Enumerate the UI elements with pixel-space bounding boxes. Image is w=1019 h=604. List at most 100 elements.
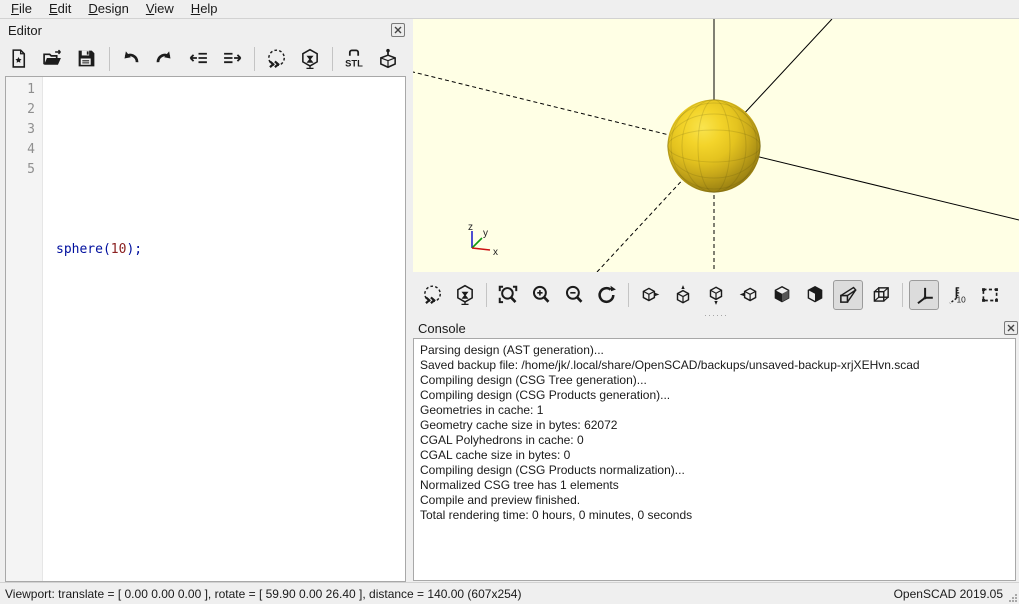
- indent-button[interactable]: [217, 44, 247, 74]
- console-dock-header: Console: [413, 318, 1019, 338]
- viewport-render: z y x: [413, 19, 1019, 272]
- menu-file[interactable]: File: [4, 0, 39, 18]
- view-bottom-icon: [705, 284, 727, 306]
- new-file-icon: [8, 48, 29, 69]
- orthogonal-icon: [870, 284, 892, 306]
- code-line: [56, 120, 405, 140]
- export-stl-icon: STL: [343, 48, 365, 70]
- view-back-icon: [804, 284, 826, 306]
- preview-icon: [265, 48, 287, 70]
- menu-help[interactable]: Help: [184, 0, 225, 18]
- perspective-button[interactable]: [833, 280, 863, 310]
- svg-text:z: z: [468, 222, 473, 233]
- svg-text:y: y: [483, 228, 488, 239]
- unindent-button[interactable]: [184, 44, 214, 74]
- view-top-icon: [672, 284, 694, 306]
- svg-text:10: 10: [957, 296, 967, 305]
- console-line: Geometries in cache: 1: [420, 403, 1009, 418]
- view-right-button[interactable]: [635, 280, 665, 310]
- statusbar: Viewport: translate = [ 0.00 0.00 0.00 ]…: [0, 582, 1019, 604]
- 3d-viewport[interactable]: z y x: [413, 19, 1019, 272]
- print-3d-button[interactable]: [373, 44, 403, 74]
- preview-button-2[interactable]: [417, 280, 447, 310]
- undo-icon: [120, 48, 141, 69]
- viewport-status-text: Viewport: translate = [ 0.00 0.00 0.00 ]…: [0, 587, 894, 601]
- show-edges-button[interactable]: [975, 280, 1005, 310]
- render-icon: [299, 48, 321, 70]
- sphere-model: [668, 100, 761, 193]
- editor-toolbar: STL: [0, 41, 407, 76]
- view-back-button[interactable]: [800, 280, 830, 310]
- console-line: Compile and preview finished.: [420, 493, 1009, 508]
- print-3d-icon: [377, 48, 399, 70]
- code-semicolon: ;: [134, 242, 142, 257]
- reset-view-button[interactable]: [592, 280, 622, 310]
- editor-panel-title: Editor: [0, 23, 42, 38]
- code-line: [56, 300, 405, 320]
- render-icon: [454, 284, 476, 306]
- code-line-sphere: sphere(10);: [56, 240, 405, 260]
- svg-text:x: x: [493, 247, 498, 258]
- positive-axes: [714, 19, 1019, 220]
- render-button[interactable]: [295, 44, 325, 74]
- preview-button[interactable]: [261, 44, 291, 74]
- line-number-gutter: 1 2 3 4 5: [6, 77, 43, 581]
- openscad-window: File Edit Design View Help Editor: [0, 0, 1019, 604]
- console-line: CGAL Polyhedrons in cache: 0: [420, 433, 1009, 448]
- console-close-button[interactable]: [1004, 321, 1018, 335]
- app-version-text: OpenSCAD 2019.05: [894, 587, 1019, 601]
- show-axes-icon: [913, 284, 935, 306]
- show-axes-button[interactable]: [909, 280, 939, 310]
- orthogonal-button[interactable]: [866, 280, 896, 310]
- console-line: Total rendering time: 0 hours, 0 minutes…: [420, 508, 1009, 523]
- view-right-icon: [639, 284, 661, 306]
- render-button-2[interactable]: [450, 280, 480, 310]
- open-file-button[interactable]: [38, 44, 68, 74]
- zoom-in-button[interactable]: [526, 280, 556, 310]
- negative-axes: [413, 72, 714, 272]
- show-scale-markers-icon: 10: [946, 284, 968, 306]
- console-line: Normalized CSG tree has 1 elements: [420, 478, 1009, 493]
- redo-button[interactable]: [150, 44, 180, 74]
- close-icon: [1007, 324, 1015, 332]
- menu-view[interactable]: View: [139, 0, 181, 18]
- new-file-button[interactable]: [4, 44, 34, 74]
- export-stl-button[interactable]: STL: [339, 44, 369, 74]
- console-line: CGAL cache size in bytes: 0: [420, 448, 1009, 463]
- view-front-icon: [771, 284, 793, 306]
- open-file-icon: [42, 48, 63, 69]
- console-output[interactable]: Parsing design (AST generation)... Saved…: [413, 338, 1016, 581]
- editor-close-button[interactable]: [391, 23, 405, 37]
- zoom-out-icon: [563, 284, 585, 306]
- code-paren: (: [103, 242, 111, 257]
- view-bottom-button[interactable]: [701, 280, 731, 310]
- redo-icon: [154, 48, 175, 69]
- editor-dock-header: Editor: [0, 19, 407, 41]
- resize-grip[interactable]: [1008, 593, 1018, 603]
- code-text-area[interactable]: sphere(10);: [43, 77, 405, 581]
- menu-edit[interactable]: Edit: [42, 0, 78, 18]
- code-keyword: sphere: [56, 242, 103, 257]
- view-front-button[interactable]: [767, 280, 797, 310]
- zoom-out-button[interactable]: [559, 280, 589, 310]
- view-top-button[interactable]: [668, 280, 698, 310]
- view-left-button[interactable]: [734, 280, 764, 310]
- preview-icon: [421, 284, 443, 306]
- zoom-all-button[interactable]: [493, 280, 523, 310]
- toolbar-separator: [332, 47, 333, 71]
- console-line: Geometry cache size in bytes: 62072: [420, 418, 1009, 433]
- code-line: [56, 360, 405, 380]
- code-editor[interactable]: 1 2 3 4 5 sphere(10);: [5, 76, 406, 582]
- show-scale-markers-button[interactable]: 10: [942, 280, 972, 310]
- console-line: Saved backup file: /home/jk/.local/share…: [420, 358, 1009, 373]
- toolbar-separator: [254, 47, 255, 71]
- toolbar-separator: [902, 283, 903, 307]
- console-line: Compiling design (CSG Tree generation)..…: [420, 373, 1009, 388]
- line-number: 5: [6, 160, 35, 180]
- undo-button[interactable]: [116, 44, 146, 74]
- reset-view-icon: [596, 284, 618, 306]
- save-button[interactable]: [72, 44, 102, 74]
- perspective-icon: [837, 284, 859, 306]
- menubar: File Edit Design View Help: [0, 0, 1019, 19]
- menu-design[interactable]: Design: [81, 0, 135, 18]
